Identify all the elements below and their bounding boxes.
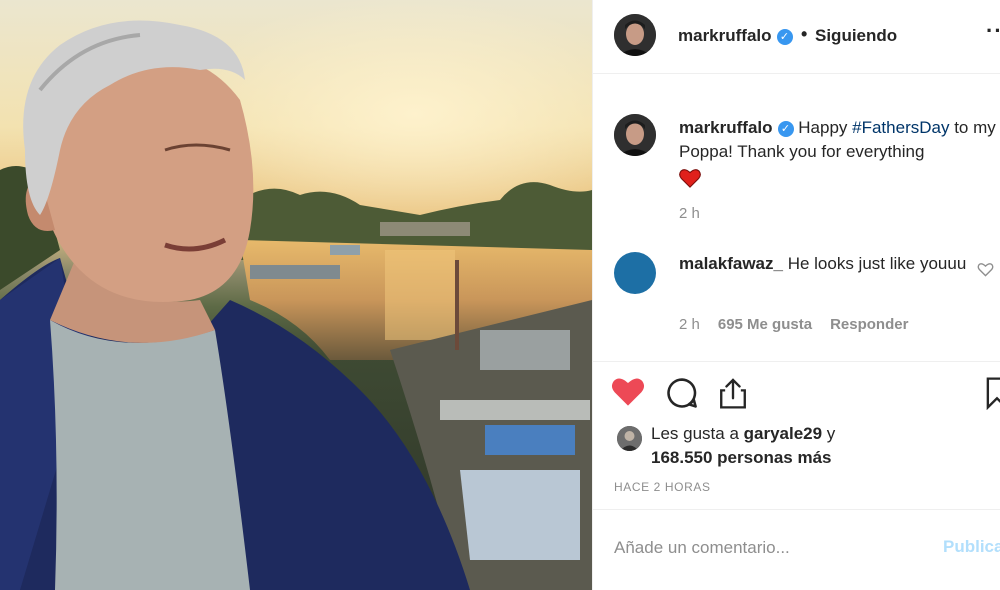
publish-button[interactable]: Publicar [943,537,1000,557]
likes-connector: y [822,424,836,443]
comment-like-heart-icon[interactable] [977,262,994,282]
liker-avatar[interactable] [617,426,642,451]
post-detail-panel: markruffalo✓ • Siguiendo ··· markruffalo… [592,0,1000,590]
comment-like-count[interactable]: 695 Me gusta [718,316,812,333]
red-heart-icon [679,168,701,195]
heart-filled-icon[interactable] [611,376,645,412]
author-username[interactable]: markruffalo ✓ [678,26,793,46]
likes-prefix: Les gusta a [651,424,744,443]
caption-username[interactable]: markruffalo [679,118,773,137]
likes-first-user[interactable]: garyale29 [744,424,822,443]
caption-text: markruffalo ✓ Happy #FathersDay to my Pop… [679,116,999,195]
post-timestamp[interactable]: HACE 2 HORAS [614,480,711,494]
likes-text: Les gusta a garyale29 y 168.550 personas… [651,422,835,470]
verified-badge-icon: ✓ [776,29,793,45]
more-options-icon[interactable]: ··· [986,18,1000,44]
reply-button[interactable]: Responder [830,316,908,333]
author-avatar[interactable] [614,14,656,56]
commenter-avatar[interactable] [614,252,656,294]
comment-meta: 2 h 695 Me gusta Responder [679,316,926,333]
post-header: markruffalo✓ • Siguiendo ··· [593,0,1000,74]
action-bar [593,361,1000,427]
caption-text-before: Happy [798,118,853,137]
comment-icon[interactable] [665,376,699,415]
caption-avatar[interactable] [614,114,656,156]
photo-scene [0,0,592,590]
post-photo[interactable] [0,0,592,590]
caption-hashtag[interactable]: #FathersDay [852,118,949,137]
bookmark-icon[interactable] [985,376,1000,415]
comment-time[interactable]: 2 h [679,316,700,333]
caption-time[interactable]: 2 h [679,205,700,222]
follow-separator: • [801,24,808,44]
comment-input[interactable] [614,536,914,560]
commenter-username[interactable]: malakfawaz_ [679,254,783,273]
author-username-text[interactable]: markruffalo [678,26,772,45]
verified-badge-icon: ✓ [777,121,794,137]
comment-body: He looks just like youuu [787,254,967,273]
follow-status-button[interactable]: Siguiendo [815,26,897,46]
share-icon[interactable] [717,376,749,415]
likes-count-link[interactable]: 168.550 personas más [651,448,832,467]
comment-text: malakfawaz_ He looks just like youuu [679,252,969,276]
comment-form: Publicar [593,509,1000,590]
